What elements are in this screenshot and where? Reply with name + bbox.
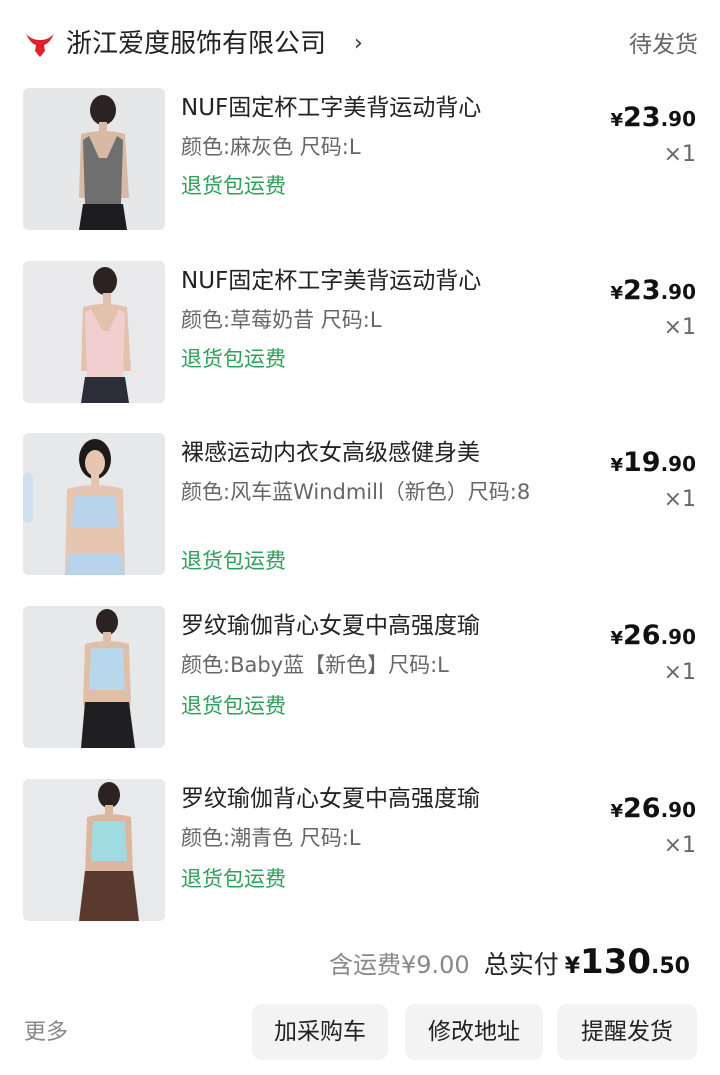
product-spec: 颜色:草莓奶昔 尺码:L: [181, 308, 382, 332]
product-title[interactable]: NUF固定杯工字美背运动背心: [181, 92, 541, 124]
shop-name-link[interactable]: 浙江爱度服饰有限公司: [66, 26, 326, 62]
product-title[interactable]: NUF固定杯工字美背运动背心: [181, 265, 541, 297]
product-price: ¥26.90: [610, 620, 696, 651]
product-title[interactable]: 罗纹瑜伽背心女夏中高强度瑜: [181, 783, 541, 815]
product-quantity: ×1: [663, 142, 696, 167]
order-summary: 含运费¥9.00 总实付 ¥130.50: [329, 942, 690, 988]
return-shipping-tag: 退货包运费: [181, 694, 286, 718]
product-spec: 颜色:潮青色 尺码:L: [181, 826, 361, 850]
bull-head-icon: [26, 34, 54, 57]
product-spec: 颜色:Baby蓝【新色】尺码:L: [181, 653, 449, 677]
product-thumbnail[interactable]: [23, 88, 165, 230]
remind-shipping-button[interactable]: 提醒发货: [557, 1004, 697, 1060]
product-quantity: ×1: [663, 315, 696, 340]
product-price: ¥23.90: [610, 102, 696, 133]
product-quantity: ×1: [663, 833, 696, 858]
total-amount: 130: [580, 942, 652, 982]
product-price: ¥19.90: [610, 447, 696, 478]
total-decimal: .50: [651, 954, 690, 979]
total-label: 总实付: [483, 950, 559, 979]
order-item[interactable]: 罗纹瑜伽背心女夏中高强度瑜 颜色:Baby蓝【新色】尺码:L 退货包运费 ¥26…: [0, 606, 720, 756]
order-item[interactable]: 裸感运动内衣女高级感健身美 颜色:风车蓝Windmill（新色）尺码:8 退货包…: [0, 433, 720, 583]
product-spec: 颜色:麻灰色 尺码:L: [181, 135, 361, 159]
order-status: 待发货: [629, 32, 698, 58]
shipping-fee: 含运费¥9.00: [328, 951, 470, 979]
total-currency: ¥: [564, 954, 581, 979]
product-spec: 颜色:风车蓝Windmill（新色）尺码:8: [181, 480, 531, 504]
add-to-purchase-cart-button[interactable]: 加采购车: [252, 1004, 388, 1060]
return-shipping-tag: 退货包运费: [181, 867, 286, 891]
product-quantity: ×1: [663, 660, 696, 685]
product-thumbnail[interactable]: [23, 433, 165, 575]
more-link[interactable]: 更多: [24, 1017, 68, 1049]
return-shipping-tag: 退货包运费: [181, 549, 286, 573]
order-item[interactable]: NUF固定杯工字美背运动背心 颜色:麻灰色 尺码:L 退货包运费 ¥23.90 …: [0, 88, 720, 238]
modify-address-button[interactable]: 修改地址: [405, 1004, 543, 1060]
product-title[interactable]: 裸感运动内衣女高级感健身美: [181, 437, 541, 469]
product-title[interactable]: 罗纹瑜伽背心女夏中高强度瑜: [181, 610, 541, 642]
return-shipping-tag: 退货包运费: [181, 347, 286, 371]
order-item[interactable]: 罗纹瑜伽背心女夏中高强度瑜 颜色:潮青色 尺码:L 退货包运费 ¥26.90 ×…: [0, 779, 720, 929]
product-thumbnail[interactable]: [23, 261, 165, 403]
product-thumbnail[interactable]: [23, 779, 165, 921]
order-header: 浙江爱度服饰有限公司 › 待发货: [0, 0, 720, 88]
return-shipping-tag: 退货包运费: [181, 174, 286, 198]
chevron-right-icon[interactable]: ›: [354, 31, 363, 57]
product-price: ¥23.90: [610, 275, 696, 306]
product-thumbnail[interactable]: [23, 606, 165, 748]
order-item[interactable]: NUF固定杯工字美背运动背心 颜色:草莓奶昔 尺码:L 退货包运费 ¥23.90…: [0, 261, 720, 411]
product-quantity: ×1: [663, 487, 696, 512]
product-price: ¥26.90: [610, 793, 696, 824]
